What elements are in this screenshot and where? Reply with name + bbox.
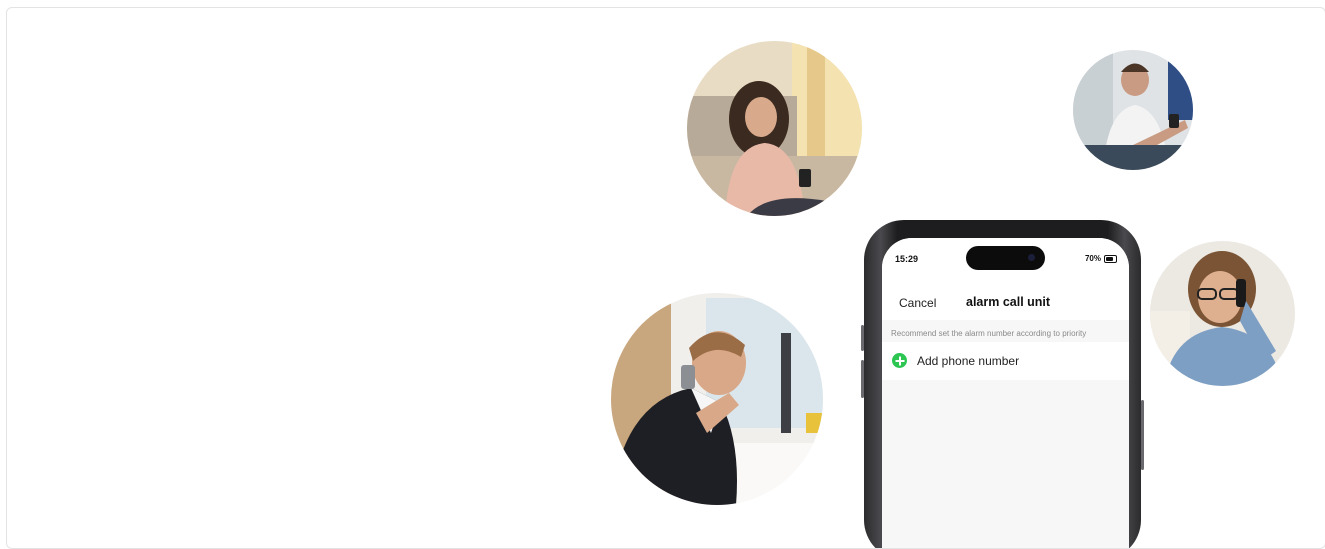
nav-bar: Cancel alarm call unit <box>882 282 1129 320</box>
camera-icon <box>1028 254 1035 261</box>
battery-percent: 70% <box>1084 254 1101 263</box>
battery-indicator: 70% <box>1085 254 1117 263</box>
priority-hint: Recommend set the alarm number according… <box>891 329 1087 338</box>
phone-screen: 15:29 70% Cancel alarm call unit Recomme… <box>882 238 1129 548</box>
status-bar: 15:29 70% <box>882 238 1129 282</box>
dynamic-island <box>966 246 1045 270</box>
photo-man-phone <box>1073 50 1193 170</box>
screen-title: alarm call unit <box>966 295 1051 309</box>
phone-mockup: 15:29 70% Cancel alarm call unit Recomme… <box>861 220 1144 548</box>
phone-power-button <box>1141 400 1144 470</box>
battery-icon <box>1104 254 1117 263</box>
content-card: 15:29 70% Cancel alarm call unit Recomme… <box>6 7 1325 549</box>
photo-businessman-call <box>611 293 823 505</box>
status-time: 15:29 <box>895 254 919 264</box>
phone-volume-down <box>861 360 864 398</box>
phone-volume-up <box>861 325 864 351</box>
plus-circle-icon <box>892 353 907 368</box>
photo-woman-glasses-call <box>1150 241 1295 386</box>
add-phone-number-label: Add phone number <box>917 354 1020 368</box>
add-phone-number-button[interactable]: Add phone number <box>882 342 1129 380</box>
cancel-button[interactable]: Cancel <box>899 296 936 310</box>
photo-woman-couch <box>687 41 862 216</box>
